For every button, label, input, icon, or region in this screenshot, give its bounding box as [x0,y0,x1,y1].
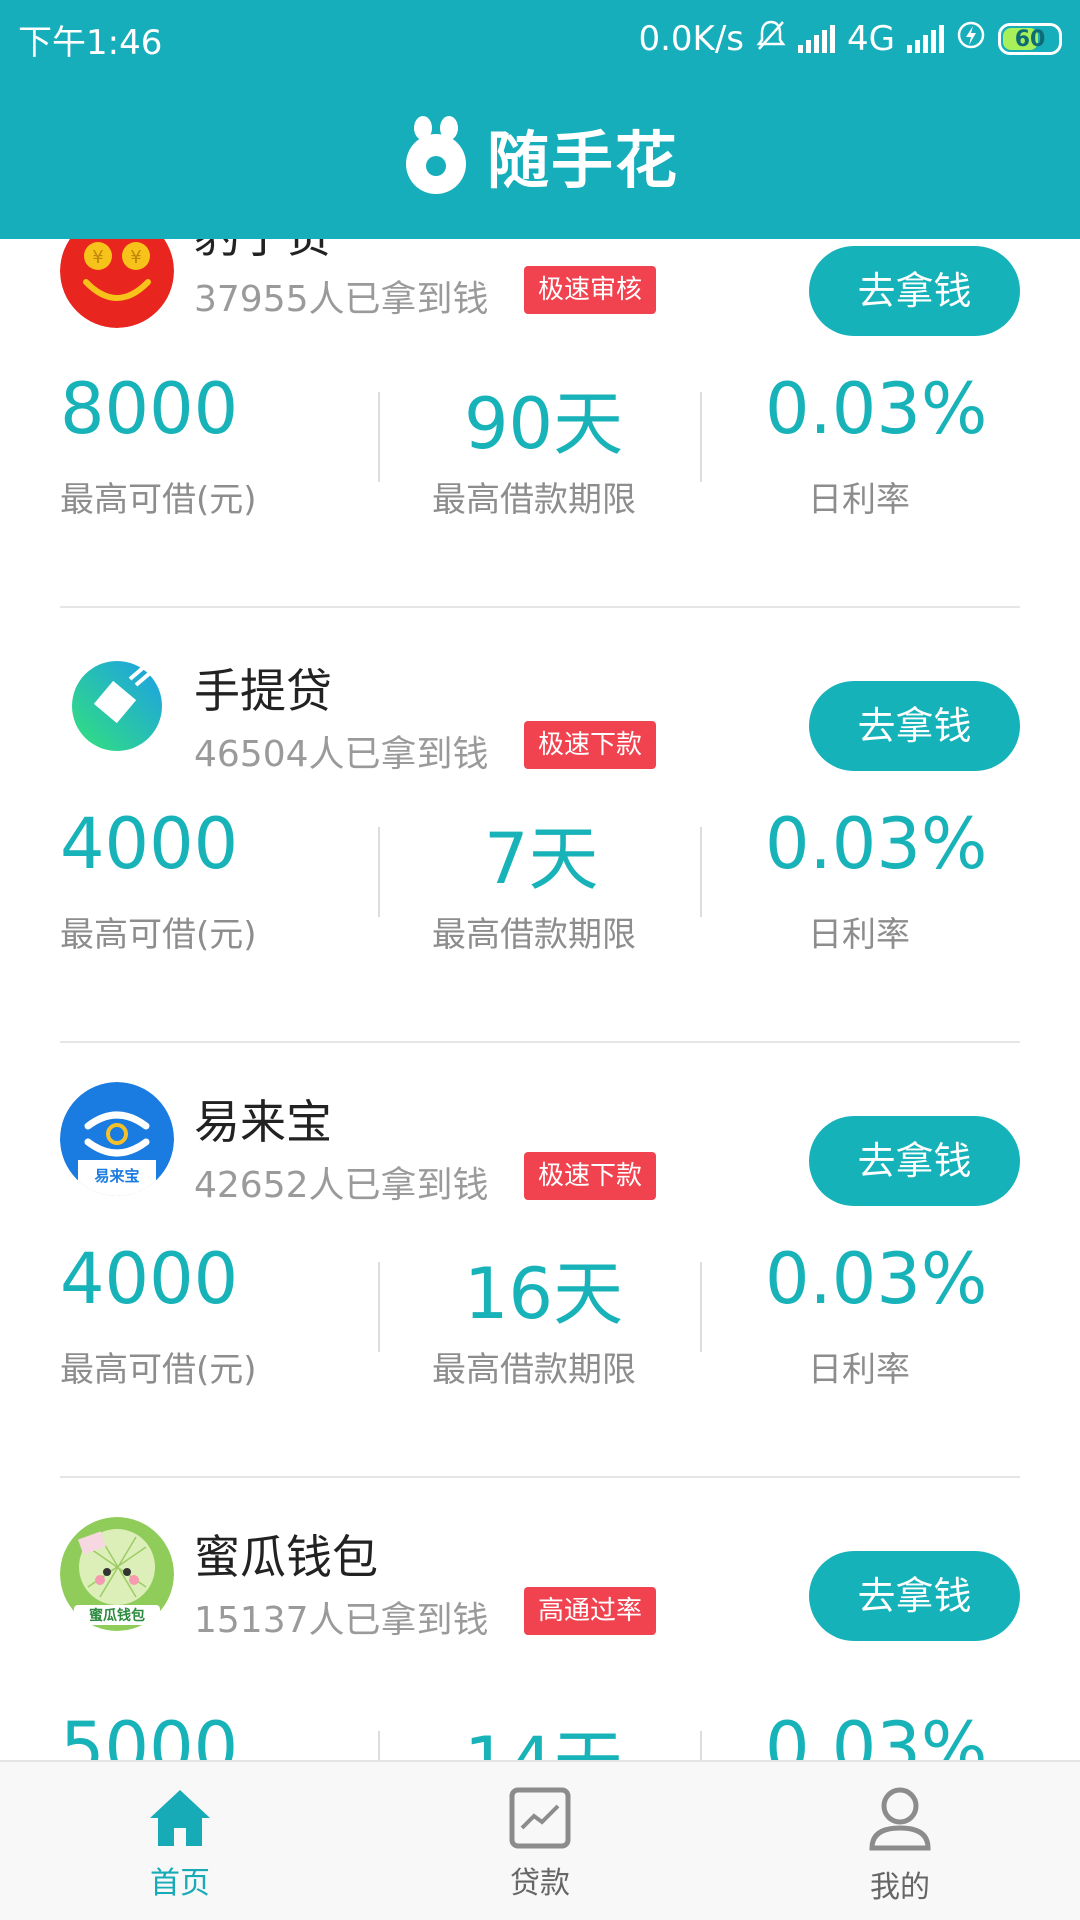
loan-list[interactable]: ¥ ¥ 豹子贷 37955人已拿到钱 极速审核 去拿钱 8000 最高可借(元)… [0,239,1080,1760]
logo-text: 易来宝 [94,1167,139,1185]
bottom-nav: 首页 贷款 我的 [0,1760,1080,1920]
term-value: 90天 [464,383,624,465]
loan-badge: 极速下款 [524,721,657,769]
max-amount-value: 5000 [60,1707,239,1760]
nav-label: 首页 [150,1866,210,1901]
get-money-button[interactable]: 去拿钱 [809,1116,1020,1206]
stat-separator [378,1262,380,1352]
loan-badge: 高通过率 [524,1587,657,1635]
app-root: 下午1:46 0.0K/s 4G 60 随手花 ¥ ¥ 37955人已拿到钱 极… [0,0,1080,1920]
bell-muted-icon [756,19,786,60]
signal-icon-2 [907,25,944,53]
battery-icon: 60 [998,23,1062,55]
max-amount-label: 最高可借(元) [60,1350,257,1390]
loan-name: 易来宝 [194,1095,332,1149]
stat-separator [700,827,702,917]
shoutidai-logo-icon [60,649,174,763]
get-money-button[interactable]: 去拿钱 [809,681,1020,771]
loan-name: 蜜瓜钱包 [194,1530,378,1584]
network-type: 4G [847,19,895,59]
user-icon [866,1784,934,1852]
stat-separator [378,392,380,482]
melon-wallet-logo-icon: 蜜瓜钱包 [60,1517,174,1631]
loan-count: 46504人已拿到钱 [194,734,489,775]
loan-card[interactable]: 蜜瓜钱包 蜜瓜钱包 15137人已拿到钱 高通过率 去拿钱 5000 14天 0… [0,1505,1080,1760]
max-amount-label: 最高可借(元) [60,480,257,520]
bunny-logo-icon [401,116,471,194]
net-speed: 0.0K/s [638,19,745,59]
logo-text: 蜜瓜钱包 [89,1607,145,1624]
stat-separator [378,827,380,917]
loan-name: 豹子贷 [194,239,332,266]
loan-card[interactable]: 易来宝 易来宝 42652人已拿到钱 极速下款 去拿钱 4000 最高可借(元)… [0,1070,1080,1505]
yilaibao-logo-icon: 易来宝 [60,1082,174,1196]
svg-text:¥: ¥ [130,247,141,268]
status-time: 下午1:46 [18,22,163,63]
smiley-coin-logo-icon: ¥ ¥ [60,239,174,328]
nav-label: 贷款 [510,1866,570,1901]
card-divider [60,1041,1020,1043]
loan-card[interactable]: ¥ ¥ 豹子贷 37955人已拿到钱 极速审核 去拿钱 8000 最高可借(元)… [0,239,1080,635]
max-amount-value: 4000 [60,1238,239,1320]
term-value: 16天 [464,1253,624,1335]
rate-value: 0.03% [765,368,988,450]
term-value: 7天 [484,818,599,900]
rate-value: 0.03% [765,1707,988,1760]
charging-icon [956,19,986,59]
battery-level: 60 [1014,26,1046,52]
brand: 随手花 [0,110,1080,200]
nav-loans[interactable]: 贷款 [360,1762,720,1920]
svg-text:¥: ¥ [92,247,103,268]
loan-badge: 极速下款 [524,1152,657,1200]
chart-icon [506,1784,574,1852]
max-amount-value: 8000 [60,368,239,450]
loan-name: 手提贷 [194,664,332,718]
loan-count: 15137人已拿到钱 [194,1600,489,1641]
card-divider [60,1476,1020,1478]
loan-count: 42652人已拿到钱 [194,1165,489,1206]
loan-badge: 极速审核 [524,266,657,314]
term-label: 最高借款期限 [432,480,636,520]
loan-count: 37955人已拿到钱 [194,279,489,320]
max-amount-label: 最高可借(元) [60,915,257,955]
term-value: 14天 [464,1707,623,1760]
rate-value: 0.03% [765,803,988,885]
brand-title: 随手花 [486,124,679,197]
rate-label: 日利率 [808,1350,910,1390]
term-label: 最高借款期限 [432,1350,636,1390]
get-money-button[interactable]: 去拿钱 [809,1551,1020,1641]
loan-card[interactable]: 手提贷 46504人已拿到钱 极速下款 去拿钱 4000 最高可借(元) 7天 … [0,635,1080,1070]
term-label: 最高借款期限 [432,915,636,955]
max-amount-value: 4000 [60,803,239,885]
nav-label: 我的 [870,1870,930,1905]
nav-home[interactable]: 首页 [0,1762,360,1920]
rate-label: 日利率 [808,915,910,955]
rate-value: 0.03% [765,1238,988,1320]
app-header: 下午1:46 0.0K/s 4G 60 随手花 [0,0,1080,239]
get-money-button[interactable]: 去拿钱 [809,246,1020,336]
status-right: 0.0K/s 4G 60 [638,19,1062,60]
signal-icon [798,25,836,53]
card-divider [60,606,1020,608]
nav-mine[interactable]: 我的 [720,1762,1080,1920]
status-bar: 下午1:46 0.0K/s 4G 60 [0,0,1080,78]
stat-separator [700,392,702,482]
stat-separator [700,1262,702,1352]
stat-separator [378,1731,380,1760]
home-icon [146,1784,214,1852]
rate-label: 日利率 [808,480,910,520]
stat-separator [700,1731,702,1760]
